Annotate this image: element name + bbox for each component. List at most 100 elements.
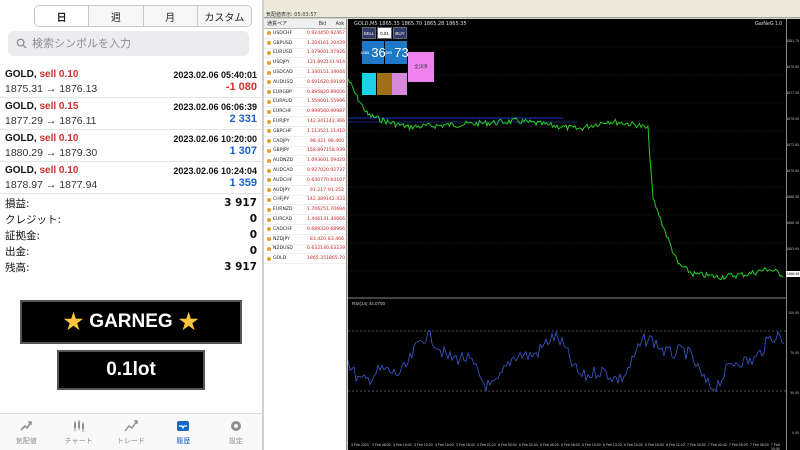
period-tab-0[interactable]: 日 (35, 6, 89, 26)
nav-settings[interactable]: 設定 (210, 414, 262, 450)
ask-cell: 83.466 (327, 236, 344, 242)
market-watch-row[interactable]: EURNZD 1.70625 1.70694 (264, 205, 346, 216)
market-watch-row[interactable]: AUDNZD 1.09360 1.09420 (264, 156, 346, 167)
market-watch-rows: USDCHF 0.92445 0.92467 GBPUSD 1.20416 1.20439… (264, 29, 346, 265)
quotes-icon (20, 421, 32, 431)
market-watch-row[interactable]: AUDCAD 0.92702 0.92737 (264, 166, 346, 176)
price-series (348, 78, 784, 280)
trade-row[interactable]: GOLD, sell 0.10 2023.02.06 10:20:00 1880.2… (0, 130, 262, 162)
symbol-name: AUDNZD (273, 158, 294, 164)
price-tick-label: 1881.70 (786, 39, 799, 43)
trade-row[interactable]: GOLD, sell 0.10 2023.02.06 05:40:01 1875.3… (0, 66, 262, 98)
symbol-cell: NZDJPY (264, 237, 305, 242)
symbol-name: USDCHF (273, 30, 293, 36)
trade-time: 2023.02.06 05:40:01 (173, 70, 257, 80)
symbol-name: EURCHF (273, 109, 292, 115)
market-watch-row[interactable]: EURCHF 0.99956 0.99987 (264, 107, 346, 118)
market-watch-row[interactable]: USDCAD 1.34015 1.34044 (264, 68, 346, 78)
market-watch-row[interactable]: EURAUD 1.55960 1.55996 (264, 98, 346, 108)
search-input[interactable] (32, 37, 232, 50)
period-tab-2[interactable]: 月 (142, 6, 197, 26)
time-tick-label: 3 Feb 10:40 (393, 443, 412, 447)
price-tick-label: 1868.35 (786, 195, 799, 199)
trade-row[interactable]: GOLD, sell 0.10 2023.02.06 10:24:04 1878.9… (0, 162, 262, 194)
one-click-lot-input[interactable]: 0.01 (377, 27, 392, 39)
time-tick-label: 7 Feb 08:00 (750, 443, 769, 447)
market-watch-row[interactable]: GBPCHF 1.11352 1.11410 (264, 127, 346, 137)
symbol-cell: EURAUD (264, 99, 305, 104)
buy-price-panel[interactable]: 1865 73 (383, 41, 409, 64)
summary-value: 0 (249, 229, 257, 241)
market-watch-row[interactable]: USDJPY 131.892 131.914 (264, 58, 346, 69)
market-watch-row[interactable]: EURUSD 1.07900 1.07926 (264, 49, 346, 59)
trade-symbol-line: GOLD, sell 0.15 (5, 101, 78, 112)
symbol-status-icon (267, 197, 271, 202)
nav-history[interactable]: 履歴 (157, 414, 209, 450)
bid-cell: 0.69162 (307, 79, 326, 85)
bid-cell: 0.92445 (307, 30, 326, 36)
summary-row: 証拠金: 0 (0, 227, 262, 243)
market-watch-row[interactable]: EURCAD 1.44613 1.44666 (264, 215, 346, 225)
time-tick-label: 7 Feb 10:40 (771, 443, 780, 450)
search-icon (16, 38, 27, 49)
market-watch-row[interactable]: NZDUSD 0.63214 0.63239 (264, 245, 346, 255)
price-tick-label: 1863.90 (786, 247, 799, 251)
symbol-name: EURAUD (273, 99, 293, 105)
indicator-button-cyan[interactable] (362, 73, 376, 95)
market-watch-row[interactable]: GOLD 1865.35 1865.70 (264, 254, 346, 265)
symbol-status-icon (267, 90, 271, 95)
oscillator-tick-label: 70.00 (790, 351, 799, 355)
ask-cell: 0.92737 (326, 168, 345, 174)
account-summary: 損益: 3 917 クレジット: 0 証拠金: 0 出金: 0 残高: 3 917 (0, 195, 262, 275)
symbol-status-icon (267, 227, 271, 232)
market-watch-row[interactable]: CADJPY 98.421 98.460 (264, 137, 346, 147)
market-watch-row[interactable]: CHFJPY 142.389 142.433 (264, 196, 346, 206)
sell-price-panel[interactable]: 1865 36 (360, 41, 386, 64)
bid-cell: 0.64077 (307, 177, 326, 183)
trade-prices: 1877.29 → 1876.11 (5, 115, 97, 127)
symbol-cell: GBPCHF (264, 129, 305, 134)
symbol-status-icon (267, 80, 271, 85)
market-watch-row[interactable]: GBPUSD 1.20416 1.20439 (264, 39, 346, 49)
period-tab-1[interactable]: 週 (88, 6, 142, 26)
nav-quotes[interactable]: 気配値 (0, 414, 52, 450)
period-tab-3[interactable]: カスタム (196, 6, 251, 26)
symbol-status-icon (267, 119, 271, 124)
trade-icon (124, 420, 138, 432)
market-watch-row[interactable]: EURGBP 0.89582 0.89606 (264, 88, 346, 98)
nav-label: チャート (64, 437, 93, 445)
symbol-cell: CADJPY (264, 139, 305, 144)
price-tick-label: 1875.05 (786, 117, 799, 121)
market-watch-row[interactable]: AUDCHF 0.64077 0.64107 (264, 176, 346, 186)
sell-price-prefix: 1865 (360, 50, 370, 55)
market-watch-row[interactable]: NZDJPY 83.420 83.466 (264, 235, 346, 245)
market-watch-title: 気配値表示: 05:03:57 (266, 12, 317, 18)
market-watch-row[interactable]: USDCHF 0.92445 0.92467 (264, 29, 346, 39)
indicator-button-violet[interactable] (392, 73, 407, 95)
symbol-cell: GBPUSD (264, 41, 305, 46)
one-click-buy-button[interactable]: BUY (393, 27, 407, 39)
bid-cell: 1.07900 (307, 50, 326, 56)
symbol-cell: CHFJPY (264, 197, 305, 202)
market-watch-row[interactable]: AUDUSD 0.69162 0.69189 (264, 78, 346, 88)
trade-row[interactable]: GOLD, sell 0.15 2023.02.06 06:06:39 1877.2… (0, 98, 262, 130)
indicator-button-brown[interactable] (377, 73, 392, 95)
market-watch-row[interactable]: CADCHF 0.68932 0.68966 (264, 225, 346, 235)
nav-trade[interactable]: トレード (105, 414, 157, 450)
settings-icon (230, 421, 241, 431)
screen: 日週月カスタム GOLD, sell 0.10 2023.02.06 05:40:… (0, 0, 800, 450)
bid-cell: 0.63214 (307, 246, 326, 252)
star-icon: ★ (178, 309, 199, 334)
symbol-name: GBPCHF (273, 128, 292, 134)
close-all-button[interactable]: 全決済 (408, 52, 434, 82)
market-watch-row[interactable]: EURJPY 142.341 142.366 (264, 117, 346, 127)
price-axis: 1881.70 1879.50 1877.25 1875.05 1872.80 1870.… (786, 19, 800, 450)
one-click-sell-button[interactable]: SELL (362, 27, 376, 39)
time-tick-label: 3 Feb 21:20 (477, 443, 496, 447)
mobile-history-screen: 日週月カスタム GOLD, sell 0.10 2023.02.06 05:40:… (0, 0, 262, 450)
price-chart-window[interactable]: GOLD,M5 1865.35 1865.70 1865.28 1865.35 … (348, 19, 800, 450)
nav-chart[interactable]: チャート (52, 414, 104, 450)
market-watch-row[interactable]: AUDJPY 91.217 91.252 (264, 186, 346, 196)
market-watch-row[interactable]: GBPJPY 158.897 158.939 (264, 147, 346, 157)
search-bar[interactable] (8, 31, 249, 56)
